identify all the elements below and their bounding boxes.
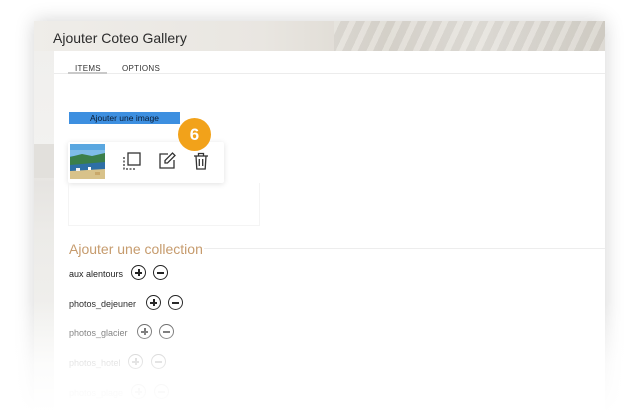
edit-icon[interactable] bbox=[157, 151, 177, 171]
tab-bar: ITEMS OPTIONS bbox=[54, 51, 605, 74]
collection-label: photos_dejeuner bbox=[69, 299, 137, 309]
add-circle-icon[interactable] bbox=[128, 354, 143, 369]
image-thumbnail[interactable] bbox=[70, 144, 105, 179]
remove-circle-icon[interactable] bbox=[154, 384, 169, 399]
remove-circle-icon[interactable] bbox=[153, 265, 168, 280]
background-sidebar bbox=[34, 51, 54, 415]
remove-circle-icon[interactable] bbox=[151, 354, 166, 369]
remove-circle-icon[interactable] bbox=[168, 295, 183, 310]
remove-circle-icon[interactable] bbox=[159, 324, 174, 339]
gallery-dialog: Ajouter Coteo Gallery ITEMS OPTIONS Ajou… bbox=[34, 21, 605, 415]
collection-label: photos_plage bbox=[69, 388, 124, 398]
trash-icon[interactable] bbox=[191, 151, 211, 171]
add-circle-icon[interactable] bbox=[146, 295, 161, 310]
dialog-header: Ajouter Coteo Gallery bbox=[34, 21, 605, 51]
active-tab-indicator bbox=[68, 72, 107, 74]
dialog-content: ITEMS OPTIONS Ajouter une image Ajouter … bbox=[54, 51, 605, 415]
collection-heading: Ajouter une collection bbox=[69, 241, 203, 257]
collection-label: photos_glacier bbox=[69, 328, 128, 338]
heading-divider bbox=[204, 248, 605, 249]
step-number-badge: 6 bbox=[178, 118, 211, 151]
dialog-title: Ajouter Coteo Gallery bbox=[53, 30, 187, 46]
add-circle-icon[interactable] bbox=[131, 384, 146, 399]
crop-icon[interactable] bbox=[122, 151, 142, 171]
add-circle-icon[interactable] bbox=[137, 324, 152, 339]
collection-label: photos_hotel bbox=[69, 358, 121, 368]
add-image-button[interactable]: Ajouter une image bbox=[69, 112, 180, 124]
image-dropzone bbox=[68, 183, 260, 226]
collection-label: aux alentours bbox=[69, 269, 124, 279]
tab-options[interactable]: OPTIONS bbox=[122, 64, 160, 73]
add-circle-icon[interactable] bbox=[131, 265, 146, 280]
